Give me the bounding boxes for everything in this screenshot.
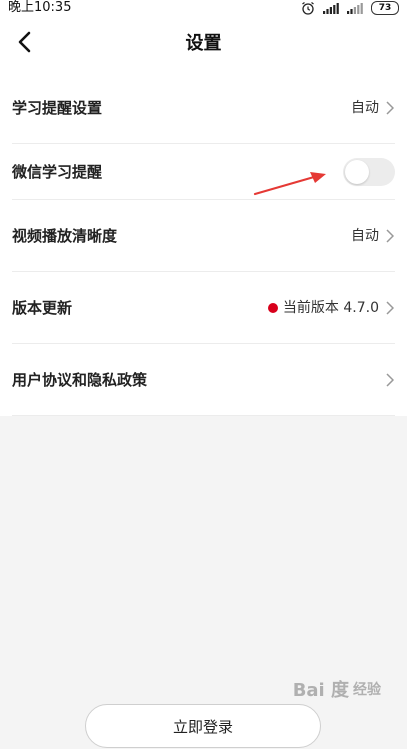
status-time: 晚上10:35: [8, 0, 72, 15]
version-text: 当前版本 4.7.0: [282, 300, 379, 316]
settings-row-agreement[interactable]: 用户协议和隐私政策: [0, 344, 407, 416]
header: 设置: [0, 18, 407, 72]
chevron-right-icon: [385, 228, 395, 244]
settings-row-wechat-reminder: 微信学习提醒: [0, 144, 407, 200]
settings-row-video-quality[interactable]: 视频播放清晰度 自动: [0, 200, 407, 272]
chevron-right-icon: [385, 372, 395, 388]
battery-icon: 73: [371, 1, 399, 15]
status-icons: 73: [301, 1, 399, 15]
settings-list: 学习提醒设置 自动 微信学习提醒 视频播放清晰度 自动 版本更新 当前版本 4.…: [0, 72, 407, 416]
toggle-knob: [345, 160, 369, 184]
wechat-reminder-toggle[interactable]: [343, 158, 395, 186]
row-label: 版本更新: [12, 299, 73, 317]
row-value: 自动: [351, 100, 379, 116]
signal-icon: [323, 2, 339, 14]
chevron-right-icon: [385, 100, 395, 116]
row-label: 视频播放清晰度: [12, 227, 118, 245]
login-button[interactable]: 立即登录: [85, 704, 321, 748]
annotation-arrow-icon: [253, 172, 326, 196]
row-value-version: 当前版本 4.7.0: [267, 298, 379, 318]
alarm-icon: [301, 1, 315, 15]
row-label: 用户协议和隐私政策: [12, 371, 148, 389]
settings-row-study-reminder[interactable]: 学习提醒设置 自动: [0, 72, 407, 144]
watermark: Bai 度 经验: [293, 676, 381, 702]
watermark-logo: Bai 度: [292, 680, 349, 701]
row-value: 自动: [351, 228, 379, 244]
row-label: 微信学习提醒: [12, 163, 103, 181]
signal-icon: [347, 2, 363, 14]
page-title: 设置: [185, 33, 222, 54]
status-bar: 晚上10:35 73: [0, 0, 407, 18]
watermark-text: 经验: [353, 682, 381, 698]
settings-row-version-update[interactable]: 版本更新 当前版本 4.7.0: [0, 272, 407, 344]
chevron-right-icon: [385, 300, 395, 316]
row-label: 学习提醒设置: [12, 99, 103, 117]
update-dot-icon: [267, 303, 278, 313]
